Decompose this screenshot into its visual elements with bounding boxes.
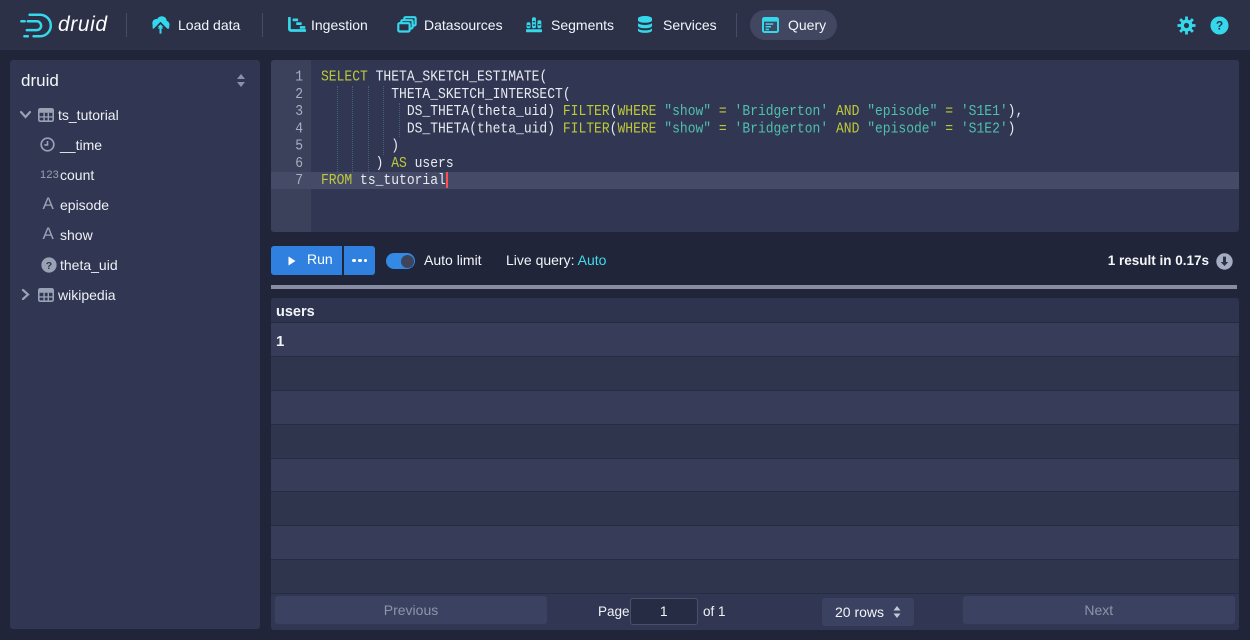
svg-text:?: ? — [1216, 19, 1223, 33]
svg-text:?: ? — [46, 259, 52, 271]
